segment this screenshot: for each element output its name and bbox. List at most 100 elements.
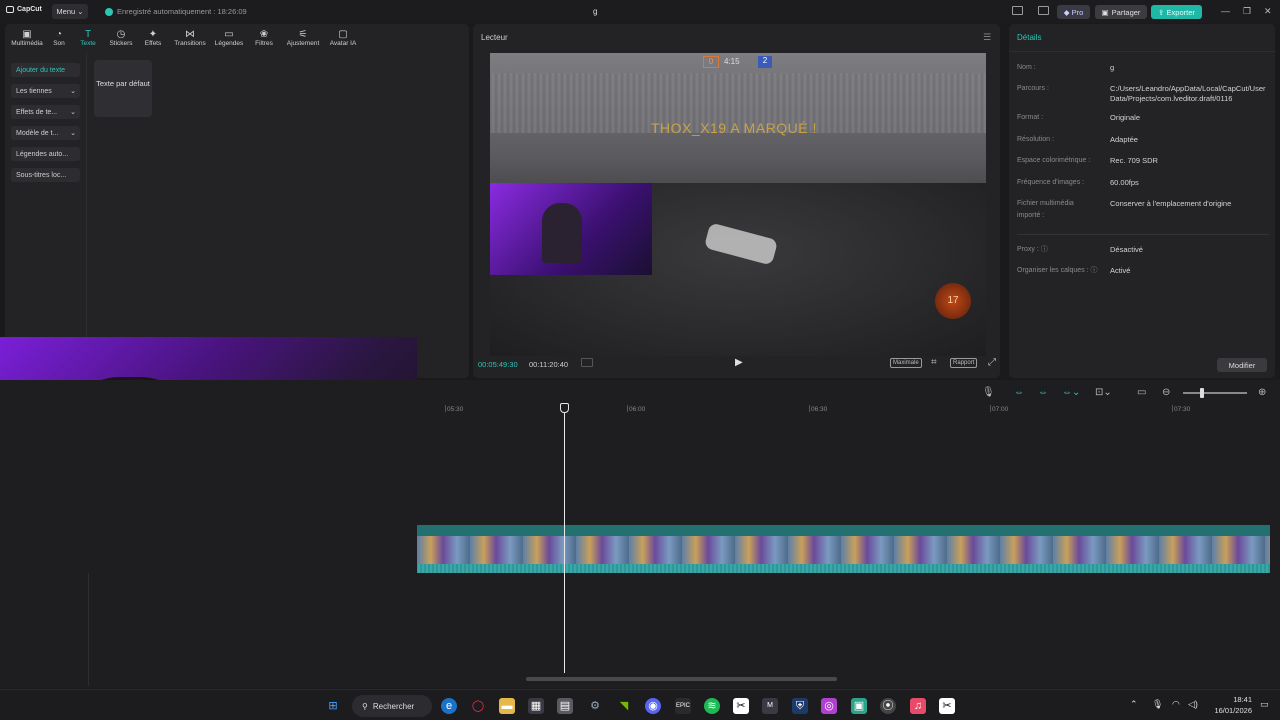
score-left: 0 — [703, 56, 719, 68]
detail-value-layers: Activé — [1110, 266, 1131, 275]
fullscreen-icon[interactable]: ⤢ — [988, 357, 996, 368]
caption-toggle-icon[interactable]: ▭ — [1137, 387, 1146, 398]
epic-games-icon[interactable]: EPIC — [675, 698, 691, 714]
windows-start-icon[interactable]: ⊞ — [325, 698, 341, 714]
opera-gx-icon[interactable]: ◯ — [470, 698, 486, 714]
playhead-handle[interactable] — [560, 403, 569, 413]
maximize-icon[interactable]: ❐ — [1243, 6, 1251, 17]
tool-effects[interactable]: ✦ Effets — [138, 24, 168, 50]
game-clock: 4:15 — [724, 57, 740, 66]
shield-icon[interactable]: ⛨ — [792, 698, 808, 714]
export-button[interactable]: ⇪ Exporter — [1151, 5, 1202, 19]
minimize-icon[interactable]: — — [1221, 6, 1230, 16]
info-icon[interactable]: ⓘ — [1091, 267, 1098, 274]
wifi-icon[interactable]: ◠ — [1172, 699, 1180, 710]
preview-axis-icon[interactable]: ⊡⌄ — [1095, 387, 1112, 398]
tool-captions[interactable]: ▭ Légendes — [212, 24, 246, 50]
microphone-icon[interactable]: 🎙 — [982, 387, 995, 398]
text-icon: T — [84, 29, 92, 40]
track-header — [5, 573, 89, 686]
capcut-taskbar-icon[interactable]: ✂ — [733, 698, 749, 714]
ratio-button[interactable]: Rapport — [950, 358, 978, 368]
zoom-slider[interactable] — [1183, 392, 1247, 394]
tool-adjust[interactable]: ⚟ Ajustement — [282, 24, 324, 50]
ruler-label: 06:00 — [629, 406, 646, 413]
volume-icon[interactable]: ◁) — [1188, 699, 1198, 710]
goal-banner: THOX_X19 A MARQUÉ ! — [651, 120, 817, 136]
zoom-out-icon[interactable]: ⊖ — [1162, 387, 1170, 398]
close-icon[interactable]: ✕ — [1264, 6, 1272, 17]
edge-icon[interactable]: e — [441, 698, 457, 714]
tool-transitions[interactable]: ⋈ Transitions — [168, 24, 212, 50]
share-button[interactable]: ▣ Partager — [1095, 5, 1147, 19]
video-clip[interactable] — [417, 525, 1270, 573]
player-panel: Lecteur ☰ 0 4:15 2 THOX_X19 A MARQUÉ ! 1… — [473, 24, 1000, 378]
sidebar-item-local-subtitles[interactable]: Sous-titres loc... — [11, 168, 80, 182]
adjust-icon: ⚟ — [298, 29, 308, 40]
hamburger-menu-icon[interactable]: ☰ — [983, 32, 991, 43]
details-header: Détails — [1009, 24, 1275, 52]
sidebar-item-add-text[interactable]: Ajouter du texte — [11, 63, 80, 77]
zoom-slider-handle[interactable] — [1200, 388, 1204, 398]
quality-button[interactable]: Maximale — [890, 358, 922, 368]
checkmark-icon — [105, 7, 113, 16]
project-title: g — [593, 7, 598, 16]
app-icon[interactable]: M — [762, 698, 778, 714]
sidebar-item-text-effects[interactable]: Effets de te... ⌄ — [11, 105, 80, 119]
settings-icon[interactable]: ⚙ — [587, 698, 603, 714]
zoom-in-icon[interactable]: ⊕ — [1258, 387, 1266, 398]
discord-icon[interactable]: ◉ — [645, 698, 661, 714]
auto-snap-icon[interactable]: ⇔ — [1038, 387, 1048, 398]
boost-meter: 17 — [935, 283, 971, 319]
playhead[interactable] — [564, 405, 565, 673]
linkage-icon[interactable]: ⇔⌄ — [1062, 387, 1080, 398]
play-button[interactable]: ▶ — [735, 357, 743, 368]
timeline-grid-icon[interactable] — [581, 358, 593, 367]
tool-multimedia[interactable]: ▣ Multimédia — [8, 24, 46, 50]
default-text-preset[interactable]: Texte par défaut — [94, 60, 152, 117]
crop-icon[interactable]: ⌗ — [931, 357, 937, 368]
ruler-tick — [445, 405, 446, 412]
detail-label-framerate: Fréquence d'images : — [1017, 179, 1085, 186]
app-icon[interactable]: ▣ — [851, 698, 867, 714]
music-icon[interactable]: ♫ — [910, 698, 926, 714]
tool-filters[interactable]: ❀ Filtres — [246, 24, 282, 50]
modify-button[interactable]: Modifier — [1217, 358, 1267, 372]
store-icon[interactable]: ▤ — [557, 698, 573, 714]
tool-stickers[interactable]: ◷ Stickers — [104, 24, 138, 50]
pro-button[interactable]: ◆ Pro — [1057, 5, 1090, 19]
sidebar-item-yours[interactable]: Les tiennes ⌄ — [11, 84, 80, 98]
sidebar-item-auto-captions[interactable]: Légendes auto... — [11, 147, 80, 161]
search-label: Rechercher — [372, 701, 415, 711]
tool-text[interactable]: T Texte — [72, 24, 104, 50]
sidebar-item-label: Ajouter du texte — [16, 66, 66, 74]
detail-label-layers: Organiser les calques : ⓘ — [1017, 265, 1098, 277]
taskbar-search[interactable]: ⚲ Rechercher — [352, 695, 432, 717]
sidebar-item-text-templates[interactable]: Modèle de t... ⌄ — [11, 126, 80, 140]
notification-icon[interactable]: ▭ — [1260, 699, 1269, 710]
chevron-up-icon[interactable]: ⌃ — [1130, 699, 1138, 710]
timeline-scrollbar[interactable] — [526, 677, 837, 681]
menu-button[interactable]: Menu ⌄ — [52, 4, 88, 19]
steam-icon[interactable]: ⦿ — [880, 698, 896, 714]
tool-avatar[interactable]: ▢ Avatar IA — [324, 24, 362, 50]
sidebar-item-label: Légendes auto... — [16, 150, 69, 158]
info-icon[interactable]: ⓘ — [1041, 246, 1048, 253]
video-preview[interactable]: 0 4:15 2 THOX_X19 A MARQUÉ ! 17 — [490, 53, 986, 356]
chevron-down-icon: ⌄ — [70, 109, 76, 116]
media-icon: ▣ — [22, 29, 32, 40]
clock-time: 18:41 — [1233, 695, 1252, 704]
capcut-taskbar-icon[interactable]: ✂ — [939, 698, 955, 714]
spotify-icon[interactable]: ≋ — [704, 698, 720, 714]
layout-icon[interactable] — [1012, 6, 1023, 15]
shortcuts-icon[interactable] — [1038, 6, 1049, 15]
file-explorer-icon[interactable]: ▬ — [499, 698, 515, 714]
tool-label: Stickers — [109, 40, 133, 47]
tool-audio[interactable]: ◔ Son — [46, 24, 72, 50]
nvidia-icon[interactable]: ◥ — [616, 698, 632, 714]
taskbar-clock[interactable]: 18:41 16/01/2026 — [1208, 694, 1252, 716]
obs-icon[interactable]: ◎ — [821, 698, 837, 714]
main-track-magnet-icon[interactable]: ⇔ — [1014, 387, 1024, 398]
calculator-icon[interactable]: ▦ — [528, 698, 544, 714]
microphone-tray-icon[interactable]: 🎙 — [1152, 699, 1163, 710]
